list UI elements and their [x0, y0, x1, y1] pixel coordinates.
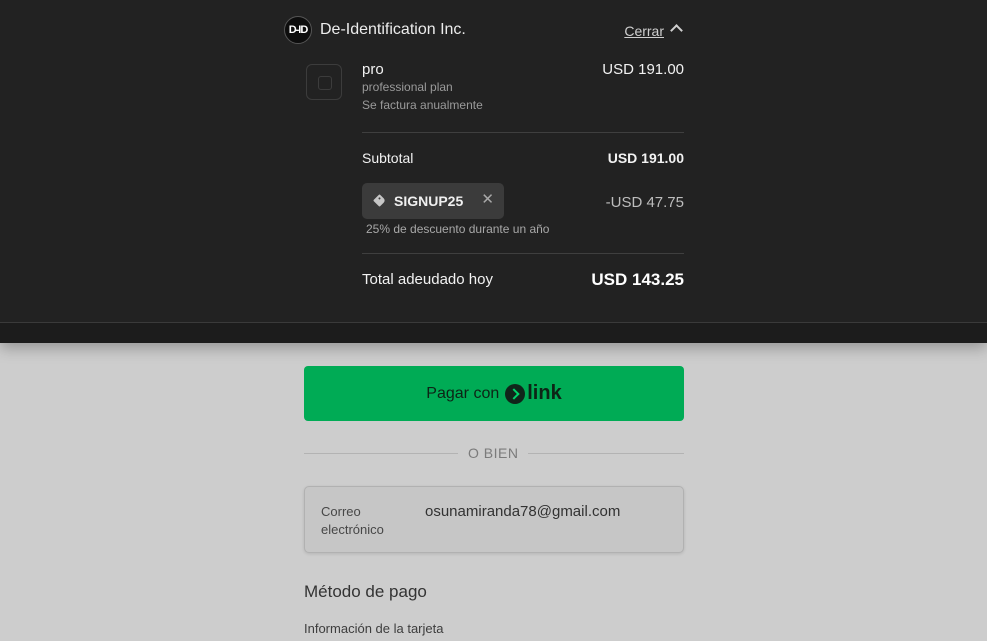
email-label: Correo electrónico	[321, 504, 384, 537]
total-label: Total adeudado hoy	[362, 271, 493, 288]
subtotal-value: USD 191.00	[607, 150, 684, 166]
or-divider-left	[304, 453, 458, 454]
link-arrow-icon	[505, 383, 526, 404]
coupon-chip: SIGNUP25 ✕	[362, 183, 504, 219]
summary-bottom-edge	[0, 322, 987, 343]
or-divider-label: O BIEN	[468, 445, 519, 461]
merchant-logo: D-ID	[284, 16, 312, 44]
total-value: USD 143.25	[591, 270, 684, 289]
email-value[interactable]: osunamiranda78@gmail.com	[425, 503, 620, 520]
discount-amount: -USD 47.75	[605, 194, 684, 211]
tag-icon	[373, 194, 386, 207]
merchant-name: De-Identification Inc.	[320, 21, 466, 38]
product-description: professional plan	[362, 80, 453, 94]
link-brand-label: link	[527, 382, 562, 404]
checkout-page: D-ID De-Identification Inc. Cerrar pro p…	[0, 0, 987, 641]
logo-text: D-ID	[288, 24, 309, 36]
discount-description: 25% de descuento durante un año	[366, 222, 550, 236]
summary-header: D-ID De-Identification Inc. Cerrar	[284, 16, 684, 44]
pay-with-label: Pagar con	[426, 384, 500, 402]
divider	[362, 253, 684, 254]
card-info-label: Información de la tarjeta	[304, 621, 444, 636]
coupon-code: SIGNUP25	[394, 193, 464, 209]
close-summary-link[interactable]: Cerrar	[624, 23, 664, 39]
order-summary: D-ID De-Identification Inc. Cerrar pro p…	[0, 0, 987, 343]
payment-method-title: Método de pago	[304, 582, 427, 601]
or-divider-right	[528, 453, 684, 454]
product-placeholder-icon	[306, 64, 342, 100]
subtotal-label: Subtotal	[362, 150, 414, 166]
billing-note: Se factura anualmente	[362, 98, 483, 112]
remove-coupon-icon[interactable]: ✕	[481, 192, 494, 208]
email-field[interactable]: Correo electrónico osunamiranda78@gmail.…	[304, 486, 684, 553]
pay-with-link-button[interactable]: Pagar con link	[304, 366, 684, 421]
product-price: USD 191.00	[602, 61, 684, 78]
product-name: pro	[362, 61, 384, 78]
chevron-up-icon[interactable]	[670, 24, 683, 37]
divider	[362, 132, 684, 133]
